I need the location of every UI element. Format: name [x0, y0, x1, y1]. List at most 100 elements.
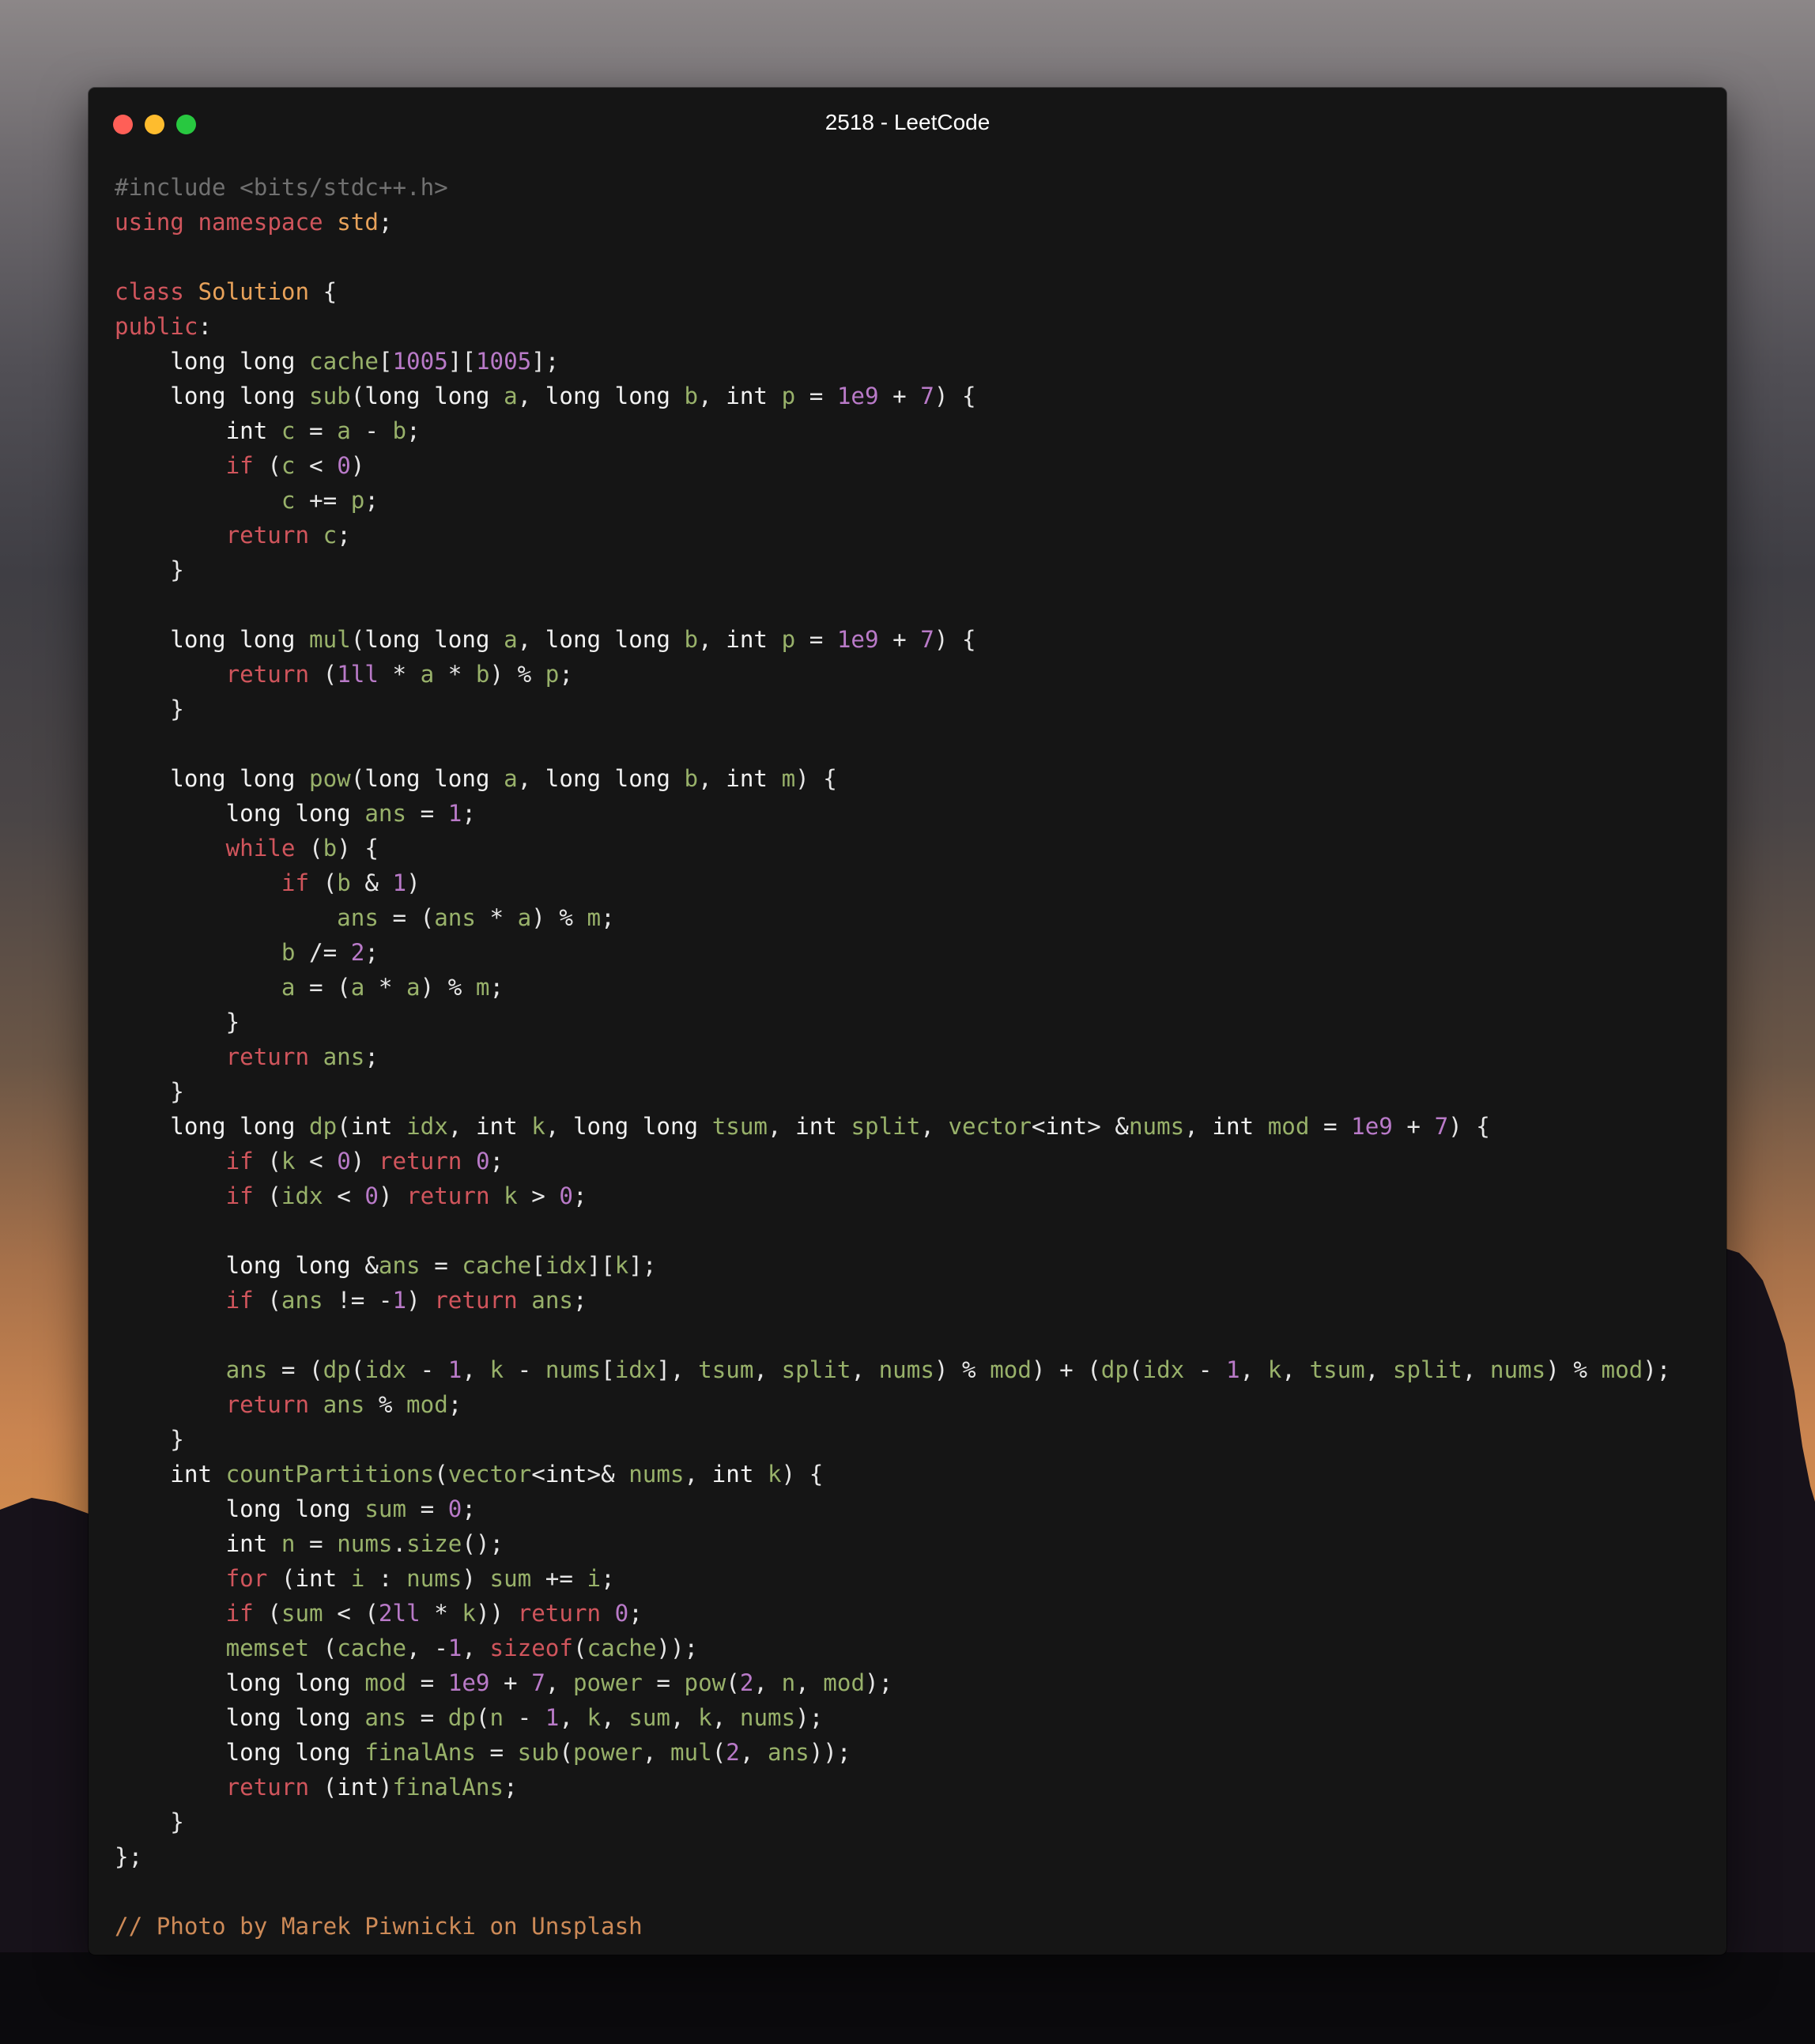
code-token: 2 [726, 1739, 740, 1766]
code-token: )); [656, 1635, 699, 1661]
code-token: ][ [447, 348, 476, 375]
code-token: return [406, 1182, 490, 1209]
code-token: mod [1267, 1113, 1310, 1140]
code-token: if [225, 1182, 254, 1209]
code-token: ans [531, 1287, 573, 1314]
code-token: 1e9 [836, 383, 879, 409]
code-token: ) [350, 452, 365, 479]
code-token: mod [406, 1391, 448, 1418]
code-token: size [406, 1530, 462, 1557]
code-token: ( [475, 1704, 490, 1731]
code-token: int [225, 1530, 268, 1557]
code-token: dp [1100, 1356, 1129, 1383]
code-line: memset (cache, -1, sizeof(cache)); [115, 1631, 1670, 1665]
code-line: int n = nums.size(); [115, 1526, 1670, 1561]
code-token: nums [1489, 1356, 1546, 1383]
code-token: k [462, 1600, 476, 1627]
code-token: , [795, 1669, 824, 1696]
code-token: i [587, 1565, 602, 1592]
code-token: ; [489, 1148, 504, 1175]
code-token: cache [462, 1252, 532, 1279]
code-token: = [475, 1739, 518, 1766]
code-token: % [364, 1391, 407, 1418]
code-token: ( [253, 1148, 281, 1175]
code-token: 1e9 [447, 1669, 490, 1696]
code-token: < [323, 1182, 365, 1209]
code-token: < [295, 1148, 338, 1175]
code-token: ; [378, 209, 393, 236]
code-token: = [406, 1495, 448, 1522]
code-token: ( [711, 1739, 726, 1766]
code-token: split [851, 1113, 921, 1140]
code-line: long long cache[1005][1005]; [115, 344, 1670, 379]
code-token: int [795, 1113, 837, 1140]
code-token: ) [462, 1565, 490, 1592]
code-token: p [781, 383, 796, 409]
code-token: long long [545, 765, 670, 792]
code-token: n [781, 1669, 796, 1696]
code-token: ( [559, 1739, 573, 1766]
code-token: [ [531, 1252, 545, 1279]
code-token: = [1309, 1113, 1352, 1140]
code-token: b [281, 939, 296, 966]
code-token: < [531, 1461, 545, 1488]
code-token: = [795, 383, 837, 409]
code-token: 7 [1434, 1113, 1449, 1140]
code-editor[interactable]: #include <bits/stdc++.h> using namespace … [115, 170, 1670, 1944]
code-window: 2518 - LeetCode #include <bits/stdc++.h>… [89, 88, 1726, 1955]
code-token: ( [350, 626, 365, 653]
code-token: ; [489, 974, 504, 1001]
code-token: ) % [934, 1356, 991, 1383]
code-line: if (c < 0) [115, 448, 1670, 483]
code-token: sizeof [489, 1635, 573, 1661]
code-token: ) [406, 869, 421, 896]
code-token: ( [309, 1774, 338, 1801]
code-token: nums [878, 1356, 934, 1383]
code-token: = [295, 417, 338, 444]
code-token: ) { [934, 383, 976, 409]
code-token: if [281, 869, 310, 896]
code-line: // Photo by Marek Piwnicki on Unsplash [115, 1909, 1670, 1944]
code-token: for [225, 1565, 268, 1592]
code-line: if (sum < (2ll * k)) return 0; [115, 1596, 1670, 1631]
code-token: ][ [587, 1252, 615, 1279]
code-token: ( [253, 1600, 281, 1627]
code-line: long long ans = dp(n - 1, k, sum, k, num… [115, 1700, 1670, 1735]
window-title: 2518 - LeetCode [824, 110, 991, 134]
code-token: k [1267, 1356, 1282, 1383]
code-token: 2ll [378, 1600, 421, 1627]
code-line: int c = a - b; [115, 413, 1670, 448]
code-token: ; [601, 1565, 615, 1592]
code-token: , [517, 765, 545, 792]
code-token: int [1212, 1113, 1255, 1140]
code-token: ]; [531, 348, 560, 375]
code-token: , [698, 765, 726, 792]
code-token: n [281, 1530, 296, 1557]
code-token: * [378, 661, 421, 688]
code-token: ; [364, 939, 379, 966]
code-token: long long [170, 765, 296, 792]
code-token: , [753, 1356, 782, 1383]
code-token: b [323, 835, 338, 862]
code-token: ( [572, 1635, 587, 1661]
code-token: , [670, 1704, 699, 1731]
code-token: ) % [420, 974, 476, 1001]
code-token: + [878, 626, 921, 653]
code-token: ( [337, 1113, 351, 1140]
